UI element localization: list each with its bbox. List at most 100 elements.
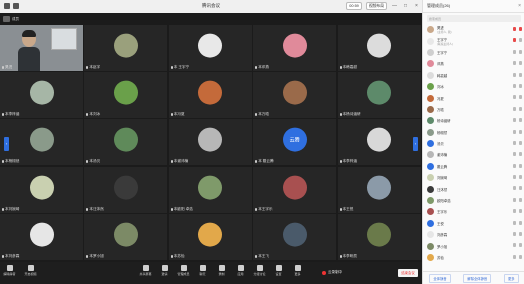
participant-tile[interactable]: 本汪沐然 <box>84 166 168 213</box>
mic-icon[interactable] <box>513 72 516 77</box>
participant-tile[interactable]: 本李梓涵 <box>337 119 421 166</box>
member-row[interactable]: 万晗 <box>423 104 524 115</box>
camera-icon[interactable] <box>519 163 522 168</box>
close-panel-icon[interactable]: × <box>518 3 521 9</box>
member-row[interactable]: 戴云腾 <box>423 161 524 172</box>
participant-tile[interactable]: 本欧阳 卓浩 <box>168 166 252 213</box>
mic-icon[interactable] <box>513 186 516 191</box>
minimize-button[interactable]: — <box>391 3 398 9</box>
member-row[interactable]: 王悦 <box>423 218 524 229</box>
apps-button[interactable]: 应用 <box>233 265 248 276</box>
member-row[interactable]: 杨诗涵研 <box>423 115 524 126</box>
camera-icon[interactable] <box>519 72 522 77</box>
participant-tile[interactable]: 本王悦 <box>337 166 421 213</box>
layout-button[interactable]: 视频布局 <box>365 2 387 10</box>
mic-icon[interactable] <box>513 61 516 66</box>
mic-icon[interactable] <box>513 254 516 259</box>
camera-icon[interactable] <box>519 129 522 134</box>
mute-all-button[interactable]: 全体静音 <box>429 273 451 283</box>
member-row[interactable]: 韩嘉越 <box>423 70 524 81</box>
participant-tile[interactable]: 本苏怡 <box>168 213 252 260</box>
mic-icon[interactable] <box>513 83 516 88</box>
participant-tile[interactable]: 本王飞 <box>253 213 337 260</box>
camera-icon[interactable] <box>519 220 522 225</box>
record-button[interactable]: 录制 <box>214 265 229 276</box>
camera-icon[interactable] <box>519 38 522 43</box>
member-row[interactable]: 罗小旭 <box>423 240 524 251</box>
invite-button[interactable]: 邀请 <box>157 265 172 276</box>
member-row[interactable]: 刘婉琦 <box>423 172 524 183</box>
more-button[interactable]: 更多 <box>290 265 305 276</box>
camera-button[interactable]: 开启视频 <box>23 265 38 276</box>
member-row[interactable]: 王宇宁 (联席主持人) <box>423 35 524 46</box>
mic-icon[interactable] <box>513 209 516 214</box>
camera-icon[interactable] <box>519 95 522 100</box>
camera-icon[interactable] <box>519 254 522 259</box>
participant-tile[interactable]: 本刘彦霖 <box>0 213 83 260</box>
mic-icon[interactable] <box>513 95 516 100</box>
participant-tile[interactable]: 本刘冰 <box>84 72 168 119</box>
mic-icon[interactable] <box>513 152 516 157</box>
gear-button[interactable]: 设置 <box>271 265 286 276</box>
camera-icon[interactable] <box>519 197 522 202</box>
mic-icon[interactable] <box>513 197 516 202</box>
camera-icon[interactable] <box>519 106 522 111</box>
maximize-button[interactable]: □ <box>402 3 409 9</box>
mic-icon[interactable] <box>513 49 516 54</box>
member-row[interactable]: 王宇乐 <box>423 206 524 217</box>
member-row[interactable]: 汤贝 <box>423 138 524 149</box>
member-row[interactable]: 欧阳卓浩 <box>423 195 524 206</box>
mic-icon[interactable] <box>513 232 516 237</box>
camera-icon[interactable] <box>519 83 522 88</box>
participant-tile[interactable]: 本王宇乐 <box>253 166 337 213</box>
mic-icon[interactable] <box>513 163 516 168</box>
member-row[interactable]: 冯夏 <box>423 92 524 103</box>
camera-icon[interactable] <box>519 118 522 123</box>
camera-icon[interactable] <box>519 243 522 248</box>
microphone-button[interactable]: 解除静音 <box>2 265 17 276</box>
member-row[interactable]: 谢沛楠 <box>423 149 524 160</box>
close-button[interactable]: × <box>413 3 420 9</box>
camera-icon[interactable] <box>519 186 522 191</box>
participant-tile[interactable]: 本杨诗涵研 <box>337 72 421 119</box>
member-row[interactable]: 刘冰 <box>423 81 524 92</box>
participant-tile[interactable]: 本刘婉琦 <box>0 166 83 213</box>
mic-icon[interactable] <box>513 106 516 111</box>
members-button[interactable]: 管理成员 <box>176 265 191 276</box>
participant-tile[interactable]: 本李昕辰 <box>337 213 421 260</box>
participant-tile[interactable]: 本赵宇 <box>84 25 168 71</box>
share-screen-button[interactable]: 共享屏幕 <box>138 265 153 276</box>
member-row[interactable]: 苏怡 <box>423 252 524 263</box>
mic-icon[interactable] <box>513 243 516 248</box>
more-options-button[interactable]: 更多 <box>504 273 519 283</box>
member-row[interactable]: 邓燕 <box>423 58 524 69</box>
recording-indicator[interactable]: 云录制中 <box>322 270 342 275</box>
camera-icon[interactable] <box>519 140 522 145</box>
participant-tile[interactable]: 本冯夏 <box>168 72 252 119</box>
mic-icon[interactable] <box>513 175 516 180</box>
member-row[interactable]: 刘彦霖 <box>423 229 524 240</box>
participant-tile[interactable]: 本邓燕 <box>253 25 337 71</box>
unmute-all-button[interactable]: 解除全体静音 <box>463 273 492 283</box>
member-row[interactable]: 杨栩然 <box>423 127 524 138</box>
participant-tile[interactable]: 本李梓涵 <box>0 72 83 119</box>
participant-tile[interactable]: 本 王宇宁 <box>168 25 252 71</box>
participant-tile[interactable]: 昊进 <box>0 25 83 71</box>
mic-icon[interactable] <box>513 140 516 145</box>
mic-icon[interactable] <box>513 27 516 31</box>
member-row[interactable]: 王宇宁 <box>423 47 524 58</box>
member-search-input[interactable]: 搜索成员 <box>427 15 521 22</box>
participant-tile[interactable]: 本罗小旭 <box>84 213 168 260</box>
end-meeting-button[interactable]: 结束会议 <box>398 269 418 277</box>
camera-icon[interactable] <box>519 49 522 54</box>
participant-tile[interactable]: 本谢沛楠 <box>168 119 252 166</box>
member-row[interactable]: 汪沐然 <box>423 183 524 194</box>
participant-tile[interactable]: 本韩嘉越 <box>337 25 421 71</box>
mic-icon[interactable] <box>513 118 516 123</box>
camera-icon[interactable] <box>519 61 522 66</box>
camera-icon[interactable] <box>519 152 522 157</box>
mic-icon[interactable] <box>513 38 516 43</box>
participant-tile[interactable]: 本万晗 <box>253 72 337 119</box>
camera-icon[interactable] <box>519 232 522 237</box>
participant-tile[interactable]: 云腾本 戴云腾 <box>253 119 337 166</box>
